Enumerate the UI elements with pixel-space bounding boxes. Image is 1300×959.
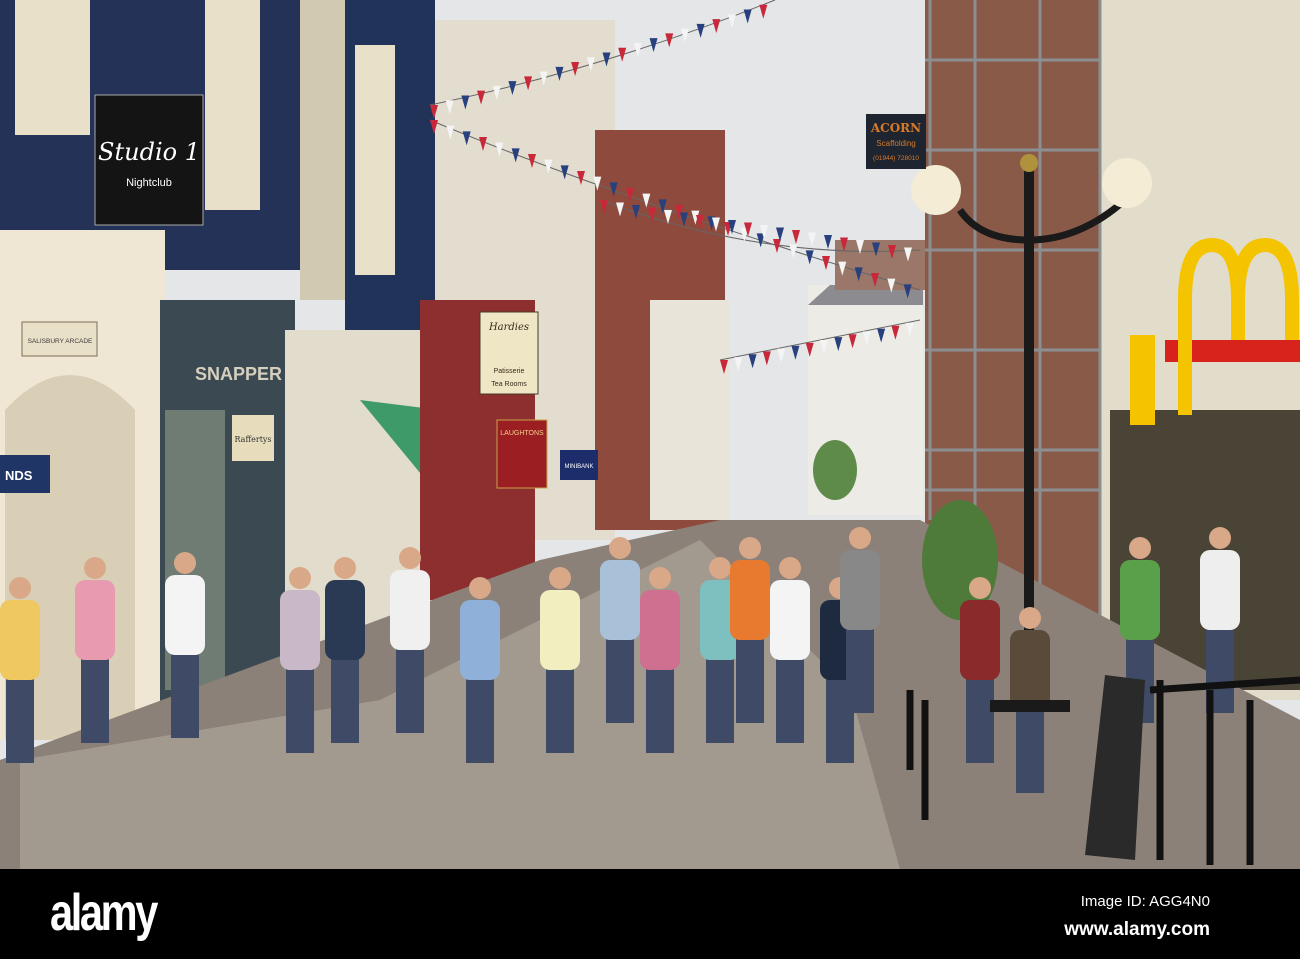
snapper-shop-name: SNAPPER <box>195 364 282 384</box>
studio-1-subtitle: Nightclub <box>126 177 172 189</box>
minibank-sign: MINIBANK <box>560 450 598 480</box>
minibank-text: MINIBANK <box>564 464 593 470</box>
pedestrian <box>640 567 680 753</box>
acorn-subtitle: Scaffolding <box>876 139 915 148</box>
lands-sign: NDS <box>0 455 50 493</box>
studio-1-title: Studio 1 <box>98 138 200 166</box>
acorn-title: ACORN <box>870 121 921 135</box>
acorn-scaffolding-sign: ACORN Scaffolding (01944) 728010 <box>866 114 926 169</box>
pedestrian <box>0 577 40 763</box>
building-stone <box>300 0 350 300</box>
street-scene-photo: Studio 1 Nightclub ACORN Scaffolding (01… <box>0 0 1300 869</box>
hardies-line1: Patisserie <box>494 368 525 375</box>
hardies-title: Hardies <box>488 322 529 333</box>
alamy-logo: alamy <box>50 884 158 942</box>
window <box>355 45 395 275</box>
building-white <box>650 300 730 520</box>
laughtons-sign: LAUGHTONS <box>496 419 548 489</box>
pedestrian <box>770 557 810 743</box>
window <box>15 0 90 135</box>
tree-distant <box>813 440 857 500</box>
hardies-sign: Hardies Patisserie Tea Rooms <box>479 311 539 395</box>
hardies-line2: Tea Rooms <box>491 381 527 388</box>
pedestrian <box>460 577 500 763</box>
salisbury-text: SALISBURY ARCADE <box>28 338 93 345</box>
pedestrian <box>325 557 365 743</box>
mcdonalds-m-vertical <box>1130 335 1155 425</box>
pedestrian <box>280 567 320 753</box>
raffertys-text: Raffertys <box>234 435 271 444</box>
pedestrian <box>960 577 1000 763</box>
pedestrian <box>75 557 115 743</box>
image-id: Image ID: AGG4N0 <box>1080 893 1210 910</box>
pedestrian <box>165 552 205 738</box>
pedestrian <box>840 527 880 713</box>
bench <box>990 700 1070 712</box>
watermark-footer: alamy Image ID: AGG4N0 www.alamy.com <box>0 869 1300 959</box>
window <box>205 0 260 210</box>
raffertys-sign: Raffertys <box>232 415 274 461</box>
lands-text: NDS <box>5 468 33 483</box>
pedestrian <box>390 547 430 733</box>
pedestrian <box>540 567 580 753</box>
pedestrian <box>730 537 770 723</box>
studio-1-sign: Studio 1 Nightclub <box>94 94 204 226</box>
acorn-phone: (01944) 728010 <box>873 155 919 162</box>
salisbury-arcade-sign: SALISBURY ARCADE <box>21 321 98 357</box>
pedestrian <box>600 537 640 723</box>
watermark-url: www.alamy.com <box>1064 919 1210 940</box>
laughtons-text: LAUGHTONS <box>500 430 544 437</box>
